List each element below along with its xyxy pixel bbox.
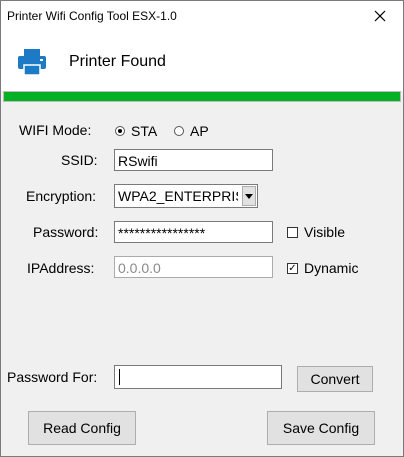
convert-button[interactable]: Convert	[297, 366, 373, 392]
ipaddress-label: IPAddress:	[27, 260, 95, 276]
password-label: Password:	[33, 224, 99, 240]
visible-checkbox-label: Visible	[304, 224, 345, 240]
status-title: Printer Found	[69, 53, 166, 70]
close-button[interactable]	[357, 1, 403, 31]
chevron-down-icon[interactable]	[242, 186, 256, 206]
progress-bar	[3, 91, 401, 102]
progress-fill	[4, 92, 400, 101]
ipaddress-input[interactable]: 0.0.0.0	[114, 256, 273, 278]
password-input[interactable]: ****************	[114, 221, 273, 243]
printer-icon	[18, 49, 46, 76]
dynamic-checkbox[interactable]: ✓ Dynamic	[287, 260, 358, 276]
password-for-label: Password For:	[7, 369, 98, 385]
password-for-input[interactable]	[114, 365, 282, 389]
encryption-value: WPA2_ENTERPRIS	[118, 188, 238, 204]
read-config-button[interactable]: Read Config	[28, 411, 136, 445]
radio-sta-indicator[interactable]	[115, 126, 125, 136]
radio-ap[interactable]: AP	[174, 123, 209, 139]
close-icon	[374, 10, 386, 22]
encryption-label: Encryption:	[26, 188, 97, 204]
ssid-label: SSID:	[61, 152, 98, 168]
window-title: Printer Wifi Config Tool ESX-1.0	[7, 9, 177, 23]
visible-checkbox-box[interactable]	[287, 226, 298, 238]
radio-ap-indicator[interactable]	[174, 126, 184, 136]
status-header: Printer Found	[1, 31, 403, 91]
ssid-input[interactable]: RSwifi	[114, 149, 273, 171]
radio-sta-label: STA	[131, 123, 158, 139]
wifi-mode-label: WIFI Mode:	[19, 122, 92, 138]
title-bar: Printer Wifi Config Tool ESX-1.0	[1, 1, 403, 31]
dynamic-checkbox-box[interactable]: ✓	[287, 262, 298, 274]
text-caret	[119, 369, 120, 385]
encryption-select[interactable]: WPA2_ENTERPRIS	[114, 184, 258, 208]
radio-sta[interactable]: STA	[115, 123, 157, 139]
radio-ap-label: AP	[190, 123, 209, 139]
save-config-button[interactable]: Save Config	[267, 411, 375, 445]
app-window: Printer Wifi Config Tool ESX-1.0 Printer…	[0, 0, 404, 457]
visible-checkbox[interactable]: Visible	[287, 224, 345, 240]
dynamic-checkbox-label: Dynamic	[304, 260, 359, 276]
